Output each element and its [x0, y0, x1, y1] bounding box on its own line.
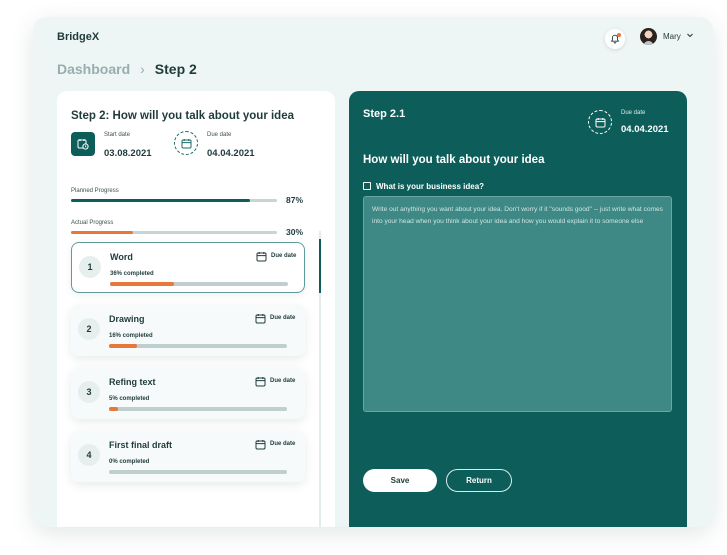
- substep-completed: 16% completed: [109, 333, 153, 339]
- planned-progress-value: 87%: [286, 195, 304, 205]
- breadcrumb-separator: ›: [140, 61, 145, 77]
- actual-progress-bar: [71, 231, 277, 234]
- notifications-button[interactable]: [605, 29, 625, 49]
- return-button[interactable]: Return: [446, 469, 512, 492]
- substep-progress-fill: [109, 344, 138, 348]
- substep-number: 1: [79, 256, 101, 278]
- substep-progress-bar: [110, 282, 288, 286]
- substep-progress-bar: [109, 407, 287, 411]
- planned-progress-label: Planned Progress: [71, 188, 119, 194]
- actual-progress-fill: [71, 231, 133, 234]
- calendar-icon: [595, 117, 605, 127]
- substep-number: 2: [78, 318, 100, 340]
- substep-card[interactable]: 4 First final draft Due date 0% complete…: [71, 431, 305, 482]
- substep-title: Word: [110, 252, 133, 262]
- substep-completed: 5% completed: [109, 396, 150, 402]
- substep-progress-bar: [109, 344, 287, 348]
- step-overview-panel: Step 2: How will you talk about your ide…: [57, 91, 335, 527]
- substep-completed: 36% completed: [110, 271, 154, 277]
- calendar-icon: [256, 252, 267, 262]
- due-date-value: 04.04.2021: [621, 124, 669, 135]
- substep-due-label: Due date: [270, 378, 296, 384]
- start-date-value: 03.08.2021: [104, 148, 152, 159]
- calendar-icon: [255, 314, 266, 324]
- step-title: Step 2: How will you talk about your ide…: [71, 110, 295, 122]
- chevron-down-icon[interactable]: [686, 31, 694, 39]
- substep-due-label: Due date: [271, 253, 297, 259]
- substep-detail-panel: Step 2.1 Due date 04.04.2021 How will yo…: [349, 91, 687, 527]
- brand-logo[interactable]: BridgeX: [57, 31, 99, 43]
- calendar-icon: [255, 377, 266, 387]
- planned-progress-fill: [71, 199, 251, 202]
- substep-progress-fill: [110, 282, 175, 286]
- substep-due-label: Due date: [270, 441, 296, 447]
- breadcrumb: Dashboard › Step 2: [57, 61, 197, 77]
- user-name[interactable]: Mary: [663, 32, 681, 41]
- question-checkbox[interactable]: [363, 182, 371, 190]
- start-date-badge: [71, 132, 95, 156]
- substep-progress-fill: [109, 407, 118, 411]
- steps-scrollbar-thumb[interactable]: [319, 239, 321, 293]
- app-window: BridgeX Mary Dashboard › Step 2 Step 2: …: [33, 17, 713, 527]
- substep-number: 4: [78, 444, 100, 466]
- calendar-icon: [255, 440, 266, 450]
- notification-dot: [617, 33, 621, 37]
- due-date-label: Due date: [621, 110, 646, 116]
- substep-card[interactable]: 1 Word Due date 36% completed: [71, 242, 305, 293]
- section-title: How will you talk about your idea: [363, 154, 545, 166]
- substep-progress-bar: [109, 470, 287, 474]
- planned-progress-bar: [71, 199, 277, 202]
- substep-title: First final draft: [109, 440, 173, 450]
- substep-title: Drawing: [109, 314, 145, 324]
- start-date-label: Start date: [104, 132, 131, 138]
- due-date-value: 04.04.2021: [207, 148, 255, 159]
- substep-title: Refing text: [109, 377, 156, 387]
- calendar-clock-icon: [77, 139, 89, 150]
- substep-card[interactable]: 2 Drawing Due date 16% completed: [71, 305, 305, 356]
- due-date-badge: [588, 110, 612, 134]
- substep-heading: Step 2.1: [363, 108, 406, 120]
- actual-progress-label: Actual Progress: [71, 220, 114, 226]
- actual-progress-value: 30%: [286, 227, 304, 237]
- save-button[interactable]: Save: [363, 469, 437, 492]
- substep-due-label: Due date: [270, 315, 296, 321]
- due-date-label: Due date: [207, 132, 232, 138]
- substep-number: 3: [78, 381, 100, 403]
- idea-textarea[interactable]: [363, 196, 672, 412]
- question-label: What is your business idea?: [376, 182, 485, 191]
- substep-completed: 0% completed: [109, 459, 150, 465]
- calendar-icon: [181, 138, 191, 148]
- due-date-badge: [174, 131, 198, 155]
- avatar[interactable]: [640, 28, 657, 45]
- substep-card[interactable]: 3 Refing text Due date 5% completed: [71, 368, 305, 419]
- breadcrumb-dashboard[interactable]: Dashboard: [57, 61, 130, 77]
- breadcrumb-current: Step 2: [154, 61, 197, 77]
